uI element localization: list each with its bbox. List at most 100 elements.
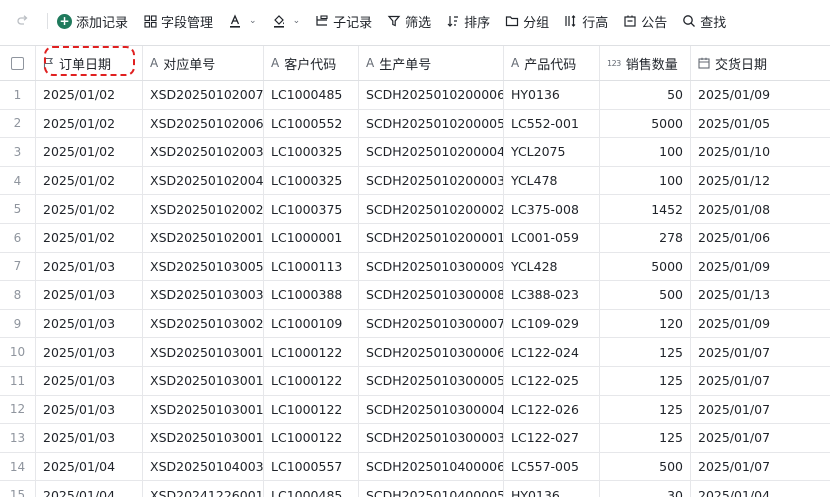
table-row[interactable]: 2 2025/01/02 XSD20250102006 LC1000552 SCDH20… xyxy=(0,109,830,139)
delivery-date-cell[interactable]: 2025/01/07 xyxy=(691,453,830,481)
order-date-cell[interactable]: 2025/01/02 xyxy=(36,138,143,166)
ref-no-cell[interactable]: XSD20250103001 xyxy=(143,424,264,452)
ref-no-cell[interactable]: XSD20250102004 xyxy=(143,166,264,195)
delivery-date-cell[interactable]: 2025/01/07 xyxy=(691,367,830,395)
delivery-date-cell[interactable]: 2025/01/13 xyxy=(691,281,830,309)
sort-button[interactable]: 排序 xyxy=(440,8,495,34)
table-row[interactable]: 11 2025/01/03 XSD20250103001 LC1000122 SCDH2… xyxy=(0,366,830,396)
production-no-cell[interactable]: SCDH2025010300003 xyxy=(359,424,504,452)
table-row[interactable]: 9 2025/01/03 XSD20250103002 LC1000109 SCDH20… xyxy=(0,309,830,339)
ref-no-cell[interactable]: XSD20250102006 xyxy=(143,109,264,138)
production-no-cell[interactable]: SCDH2025010300008 xyxy=(359,281,504,309)
table-row[interactable]: 7 2025/01/03 XSD20250103005 LC1000113 SCDH20… xyxy=(0,252,830,282)
customer-code-cell[interactable]: LC1000122 xyxy=(264,395,359,424)
product-code-cell[interactable]: YCL428 xyxy=(504,252,600,281)
customer-code-cell[interactable]: LC1000122 xyxy=(264,338,359,366)
order-date-cell[interactable]: 2025/01/02 xyxy=(36,81,143,109)
delivery-date-cell[interactable]: 2025/01/12 xyxy=(691,167,830,195)
delivery-date-cell[interactable]: 2025/01/06 xyxy=(691,224,830,252)
table-row[interactable]: 4 2025/01/02 XSD20250102004 LC1000325 SCDH20… xyxy=(0,166,830,196)
customer-code-cell[interactable]: LC1000485 xyxy=(264,481,359,497)
customer-code-cell[interactable]: LC1000325 xyxy=(264,138,359,166)
sub-record-button[interactable]: 子记录 xyxy=(309,8,377,34)
column-header-delivery-date[interactable]: 交货日期 xyxy=(691,46,830,80)
product-code-cell[interactable]: LC122-024 xyxy=(504,338,600,366)
column-header-customer-code[interactable]: A 客户代码 xyxy=(264,46,359,80)
production-no-cell[interactable]: SCDH2025010200006 xyxy=(359,81,504,109)
delivery-date-cell[interactable]: 2025/01/09 xyxy=(691,81,830,109)
production-no-cell[interactable]: SCDH2025010400006 xyxy=(359,452,504,481)
order-date-cell[interactable]: 2025/01/03 xyxy=(36,338,143,366)
select-all-cell[interactable] xyxy=(0,46,36,80)
text-color-button[interactable]: ⌄ xyxy=(222,8,262,34)
ref-no-cell[interactable]: XSD20250103003 xyxy=(143,281,264,309)
sales-qty-cell[interactable]: 5000 xyxy=(600,109,691,138)
filter-button[interactable]: 筛选 xyxy=(381,8,436,34)
production-no-cell[interactable]: SCDH2025010300009 xyxy=(359,252,504,281)
column-header-ref-no[interactable]: A 对应单号 xyxy=(143,46,264,80)
group-button[interactable]: 分组 xyxy=(499,8,554,34)
ref-no-cell[interactable]: XSD20250102007 xyxy=(143,81,264,109)
table-row[interactable]: 10 2025/01/03 XSD20250103001 LC1000122 SCDH2… xyxy=(0,338,830,367)
production-no-cell[interactable]: SCDH2025010300006 xyxy=(359,338,504,366)
sales-qty-cell[interactable]: 500 xyxy=(600,281,691,309)
sales-qty-cell[interactable]: 500 xyxy=(600,452,691,481)
add-record-button[interactable]: + 添加记录 xyxy=(52,8,133,34)
ref-no-cell[interactable]: XSD20250103001 xyxy=(143,366,264,395)
product-code-cell[interactable]: LC375-008 xyxy=(504,195,600,223)
sales-qty-cell[interactable]: 50 xyxy=(600,81,691,109)
table-row[interactable]: 13 2025/01/03 XSD20250103001 LC1000122 SCDH2… xyxy=(0,424,830,453)
sales-qty-cell[interactable]: 30 xyxy=(600,481,691,497)
product-code-cell[interactable]: HY0136 xyxy=(504,81,600,109)
ref-no-cell[interactable]: XSD20250104003 xyxy=(143,452,264,481)
sales-qty-cell[interactable]: 125 xyxy=(600,395,691,424)
select-all-checkbox[interactable] xyxy=(11,56,24,70)
table-row[interactable]: 6 2025/01/02 XSD20250102001 LC1000001 SCDH20… xyxy=(0,223,830,253)
customer-code-cell[interactable]: LC1000388 xyxy=(264,281,359,309)
production-no-cell[interactable]: SCDH2025010300004 xyxy=(359,395,504,424)
product-code-cell[interactable]: LC388-023 xyxy=(504,281,600,309)
customer-code-cell[interactable]: LC1000325 xyxy=(264,166,359,195)
customer-code-cell[interactable]: LC1000109 xyxy=(264,309,359,338)
sales-qty-cell[interactable]: 100 xyxy=(600,166,691,195)
order-date-cell[interactable]: 2025/01/04 xyxy=(36,452,143,481)
customer-code-cell[interactable]: LC1000122 xyxy=(264,366,359,395)
table-row[interactable]: 14 2025/01/04 XSD20250104003 LC1000557 SCDH2… xyxy=(0,452,830,482)
product-code-cell[interactable]: YCL478 xyxy=(504,166,600,195)
order-date-cell[interactable]: 2025/01/02 xyxy=(36,166,143,195)
order-date-cell[interactable]: 2025/01/02 xyxy=(36,223,143,252)
production-no-cell[interactable]: SCDH2025010400005 xyxy=(359,481,504,497)
product-code-cell[interactable]: YCL2075 xyxy=(504,138,600,166)
fill-color-button[interactable]: ⌄ xyxy=(266,8,306,34)
customer-code-cell[interactable]: LC1000001 xyxy=(264,223,359,252)
production-no-cell[interactable]: SCDH2025010200005 xyxy=(359,109,504,138)
ref-no-cell[interactable]: XSD20250102002 xyxy=(143,195,264,223)
delivery-date-cell[interactable]: 2025/01/09 xyxy=(691,310,830,338)
column-header-production-no[interactable]: A 生产单号 xyxy=(359,46,504,80)
sales-qty-cell[interactable]: 125 xyxy=(600,424,691,452)
field-manage-button[interactable]: 字段管理 xyxy=(137,8,218,34)
delivery-date-cell[interactable]: 2025/01/04 xyxy=(691,481,830,497)
customer-code-cell[interactable]: LC1000375 xyxy=(264,195,359,223)
customer-code-cell[interactable]: LC1000552 xyxy=(264,109,359,138)
delivery-date-cell[interactable]: 2025/01/07 xyxy=(691,338,830,366)
delivery-date-cell[interactable]: 2025/01/08 xyxy=(691,195,830,223)
table-row[interactable]: 15 2025/01/04 XSD20241226001 LC1000485 SCDH2… xyxy=(0,481,830,497)
table-row[interactable]: 8 2025/01/03 XSD20250103003 LC1000388 SCDH20… xyxy=(0,281,830,310)
ref-no-cell[interactable]: XSD20250103002 xyxy=(143,309,264,338)
production-no-cell[interactable]: SCDH2025010300007 xyxy=(359,309,504,338)
production-no-cell[interactable]: SCDH2025010200004 xyxy=(359,138,504,166)
sales-qty-cell[interactable]: 278 xyxy=(600,223,691,252)
sales-qty-cell[interactable]: 1452 xyxy=(600,195,691,223)
sales-qty-cell[interactable]: 125 xyxy=(600,338,691,366)
table-row[interactable]: 3 2025/01/02 XSD20250102003 LC1000325 SCDH20… xyxy=(0,138,830,167)
production-no-cell[interactable]: SCDH2025010200002 xyxy=(359,195,504,223)
ref-no-cell[interactable]: XSD20250103005 xyxy=(143,252,264,281)
ref-no-cell[interactable]: XSD20250102001 xyxy=(143,223,264,252)
column-header-order-date[interactable]: 订单日期 xyxy=(36,46,143,80)
customer-code-cell[interactable]: LC1000122 xyxy=(264,424,359,452)
sales-qty-cell[interactable]: 5000 xyxy=(600,252,691,281)
product-code-cell[interactable]: LC109-029 xyxy=(504,309,600,338)
order-date-cell[interactable]: 2025/01/04 xyxy=(36,481,143,497)
table-row[interactable]: 1 2025/01/02 XSD20250102007 LC1000485 SCDH20… xyxy=(0,81,830,110)
